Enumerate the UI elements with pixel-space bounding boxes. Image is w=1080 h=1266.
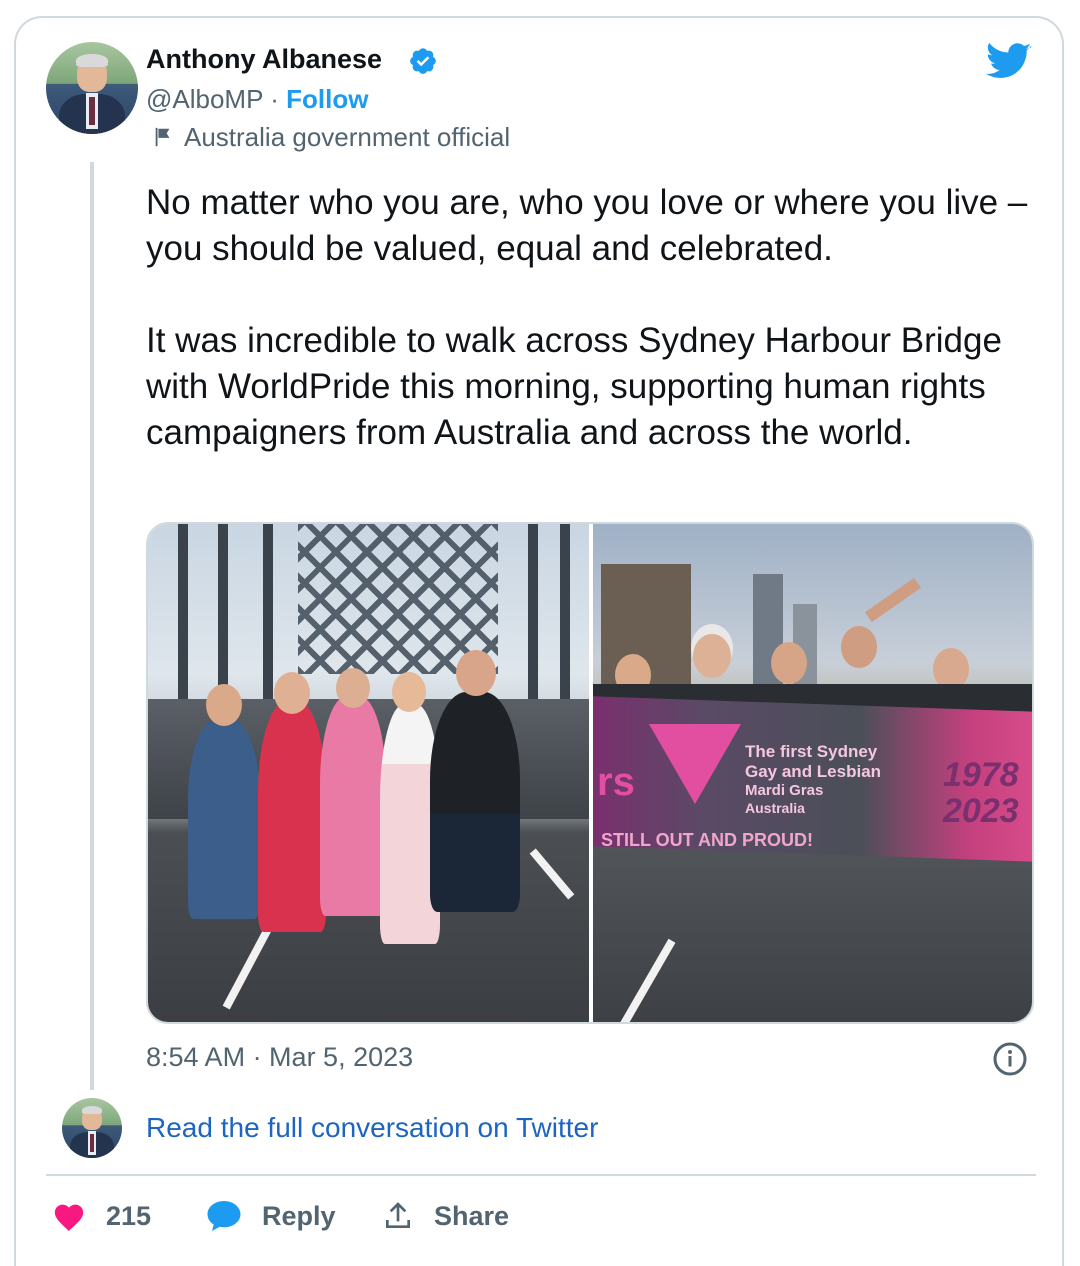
follow-button[interactable]: Follow (286, 84, 368, 114)
banner-line-2: Gay and Lesbian (745, 762, 882, 781)
share-upload-icon (386, 1202, 410, 1228)
thread-line (90, 162, 94, 1090)
banner-year-1: 1978 (943, 756, 1019, 794)
author-handle[interactable]: @AlboMP (146, 84, 263, 114)
photo-bridge-walk[interactable] (148, 524, 589, 1022)
tweet-actions-bar: 215 Reply Share (0, 1196, 1080, 1236)
tweet-paragraph-2: It was incredible to walk across Sydney … (146, 321, 1002, 452)
reply-bubble-icon (207, 1201, 241, 1231)
tweet-media-grid: rs The first Sydney Gay and Lesbian Mard… (146, 522, 1034, 1024)
reply-label: Reply (262, 1200, 336, 1231)
tweet-text: No matter who you are, who you love or w… (146, 180, 1046, 502)
government-label: Australia government official (152, 122, 510, 153)
government-label-text: Australia government official (184, 122, 511, 152)
banner-fragment: rs (597, 760, 635, 804)
author-name[interactable]: Anthony Albanese (146, 44, 382, 75)
banner-line-3: Mardi Gras (745, 782, 824, 799)
handle-separator: · (270, 84, 279, 114)
tweet-timestamp[interactable]: 8:54 AM · Mar 5, 2023 (146, 1042, 413, 1073)
like-count: 215 (106, 1200, 152, 1231)
share-label: Share (434, 1200, 510, 1231)
banner-triangle (649, 724, 741, 804)
banner-year-2: 2023 (943, 792, 1019, 830)
author-handle-line: @AlboMP · Follow (146, 84, 368, 115)
conversation-avatar[interactable] (62, 1098, 122, 1158)
banner-line-4: Australia (745, 800, 805, 816)
reply-button[interactable]: Reply (206, 1196, 336, 1236)
like-button[interactable]: 215 (52, 1196, 151, 1236)
info-icon[interactable] (992, 1041, 1028, 1077)
photo-mardi-gras-banner[interactable]: rs The first Sydney Gay and Lesbian Mard… (593, 524, 1032, 1022)
heart-icon (54, 1204, 84, 1232)
read-full-conversation-link[interactable]: Read the full conversation on Twitter (146, 1112, 598, 1144)
author-avatar[interactable] (46, 42, 138, 134)
share-button[interactable]: Share (382, 1196, 509, 1236)
actions-divider (46, 1174, 1036, 1176)
verified-badge-icon (410, 48, 436, 74)
tweet-paragraph-1: No matter who you are, who you love or w… (146, 183, 1028, 268)
banner-line-1: The first Sydney (745, 742, 878, 761)
flag-icon (155, 127, 170, 147)
banner-slogan: STILL OUT AND PROUD! (601, 830, 813, 850)
twitter-bird-icon[interactable] (986, 42, 1032, 82)
